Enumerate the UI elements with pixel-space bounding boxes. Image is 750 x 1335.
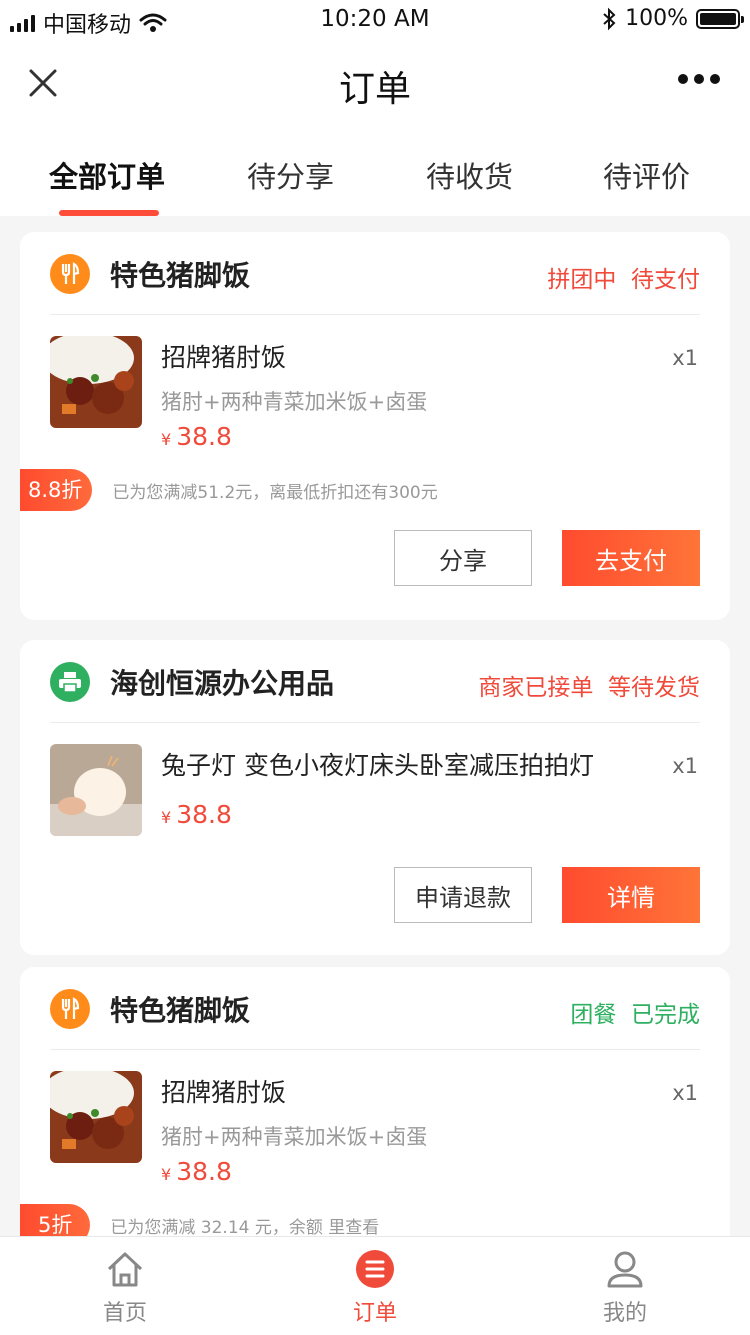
battery-percent: 100% [625,6,688,31]
order-icon [356,1250,394,1288]
tab-to-share[interactable]: 待分享 [247,154,334,196]
product-qty: x1 [672,346,698,370]
restaurant-icon [50,989,90,1029]
product-image-rice-dish[interactable] [50,336,142,428]
tabbar-home[interactable]: 首页 [50,1237,200,1335]
order-list[interactable]: 特色猪脚饭 拼团中 待支付 招牌猪肘饭 猪肘+两种青菜加米饭+卤蛋 ¥38.8 … [20,232,730,1236]
status-bar: 中国移动 10:20 AM 100% [0,0,750,40]
product-price: ¥38.8 [161,1157,232,1186]
bottom-tab-bar: 首页 订单 我的 [0,1236,750,1335]
tabbar-profile-label: 我的 [602,1301,647,1326]
product-image-rabbit-lamp[interactable] [50,744,142,836]
product-qty: x1 [672,1081,698,1105]
tabbar-orders[interactable]: 订单 [300,1237,450,1335]
order-status: 商家已接单 等待发货 [478,675,700,701]
discount-text: 已为您满减51.2元，离最低折扣还有300元 [112,482,438,503]
more-icon[interactable] [678,74,720,84]
product-desc: 猪肘+两种青菜加米饭+卤蛋 [161,1125,428,1149]
share-button[interactable]: 分享 [394,530,532,586]
tabbar-orders-label: 订单 [352,1301,397,1326]
active-tab-indicator [59,210,159,216]
divider [50,314,700,315]
order-status: 团餐 已完成 [570,1002,700,1028]
tab-to-review[interactable]: 待评价 [603,154,690,196]
discount-row: 8.8折 已为您满减51.2元，离最低折扣还有300元 [20,469,438,511]
product-image-rice-dish[interactable] [50,1071,142,1163]
product-desc: 猪肘+两种青菜加米饭+卤蛋 [161,390,428,414]
refund-button[interactable]: 申请退款 [394,867,532,923]
shop-name[interactable]: 特色猪脚饭 [110,989,250,1029]
tabbar-home-label: 首页 [102,1301,147,1326]
discount-badge: 8.8折 [20,469,93,511]
product-name[interactable]: 兔子灯 变色小夜灯床头卧室减压拍拍灯 [161,746,594,782]
product-qty: x1 [672,754,698,778]
divider [50,722,700,723]
user-icon [607,1251,643,1288]
details-button[interactable]: 详情 [562,867,700,923]
tab-all-orders[interactable]: 全部订单 [49,154,165,196]
order-card: 海创恒源办公用品 商家已接单 等待发货 兔子灯 变色小夜灯床头卧室减压拍拍灯 ¥… [20,640,730,955]
product-name[interactable]: 招牌猪肘饭 [161,338,286,374]
product-price: ¥38.8 [161,800,232,829]
home-icon [107,1252,143,1287]
product-name[interactable]: 招牌猪肘饭 [161,1073,286,1109]
product-price: ¥38.8 [161,422,232,451]
discount-badge: 5折 [20,1204,91,1236]
page-title: 订单 [338,69,411,110]
order-status: 拼团中 待支付 [547,267,700,293]
discount-row: 5折 已为您满减 32.14 元，余额 里查看 [20,1204,379,1236]
shop-name[interactable]: 海创恒源办公用品 [110,662,334,702]
tabbar-profile[interactable]: 我的 [550,1237,700,1335]
nav-bar: 订单 [0,40,750,128]
printer-icon [50,662,90,702]
restaurant-icon [50,254,90,294]
pay-button[interactable]: 去支付 [562,530,700,586]
discount-text: 已为您满减 32.14 元，余额 里查看 [110,1217,380,1237]
divider [50,1049,700,1050]
bluetooth-icon [603,7,616,30]
order-tabs: 全部订单 待分享 待收货 待评价 [0,128,750,216]
order-card: 特色猪脚饭 拼团中 待支付 招牌猪肘饭 猪肘+两种青菜加米饭+卤蛋 ¥38.8 … [20,232,730,620]
tab-to-receive[interactable]: 待收货 [426,154,513,196]
battery-icon [696,8,744,29]
order-card: 特色猪脚饭 团餐 已完成 招牌猪肘饭 猪肘+两种青菜加米饭+卤蛋 ¥38.8 x… [20,967,730,1236]
shop-name[interactable]: 特色猪脚饭 [110,254,250,294]
